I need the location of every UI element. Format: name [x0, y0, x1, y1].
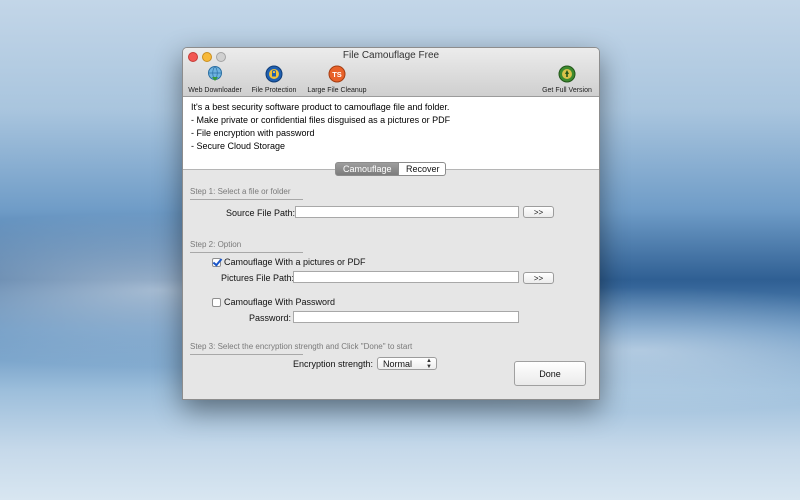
- tab-bar: Camouflage Recover: [335, 162, 446, 176]
- description-line: It's a best security software product to…: [191, 102, 450, 112]
- step2-title: Step 2: Option: [190, 240, 242, 249]
- tab-camouflage[interactable]: Camouflage: [335, 162, 399, 176]
- encryption-strength-label: Encryption strength:: [293, 359, 374, 369]
- title-bar: File Camouflage Free Web Downloader File…: [183, 48, 599, 97]
- source-file-path-input[interactable]: [295, 206, 519, 218]
- source-file-path-label: Source File Path:: [226, 208, 296, 218]
- step2-underline: [190, 252, 303, 253]
- step1-underline: [190, 199, 303, 200]
- step3-underline: [190, 354, 303, 355]
- window-title: File Camouflage Free: [342, 50, 440, 61]
- pictures-checkbox[interactable]: [212, 258, 221, 267]
- done-button[interactable]: Done: [514, 361, 586, 386]
- shield-lock-icon: [265, 65, 283, 83]
- password-input[interactable]: [293, 311, 519, 323]
- step3-title: Step 3: Select the encryption strength a…: [190, 342, 413, 351]
- step1-title: Step 1: Select a file or folder: [190, 187, 291, 196]
- toolbar-label: File Protection: [251, 87, 297, 94]
- password-label: Password:: [249, 313, 292, 323]
- toolbar-large-file-cleanup[interactable]: TS Large File Cleanup: [307, 65, 367, 94]
- password-checkbox[interactable]: [212, 298, 221, 307]
- toolbar-file-protection[interactable]: File Protection: [249, 65, 299, 94]
- stepper-arrows-icon: ▲ ▼: [426, 358, 432, 370]
- globe-download-icon: [208, 66, 222, 81]
- tab-recover[interactable]: Recover: [399, 162, 446, 176]
- pictures-browse-button[interactable]: >>: [523, 272, 554, 284]
- upgrade-icon: [558, 65, 576, 83]
- description-line: - File encryption with password: [191, 128, 315, 138]
- description-panel: It's a best security software product to…: [183, 97, 599, 170]
- encryption-strength-select[interactable]: Normal ▲ ▼: [377, 357, 437, 370]
- toolbar-label: Large File Cleanup: [307, 87, 367, 94]
- pictures-file-path-input[interactable]: [293, 271, 519, 283]
- source-browse-button[interactable]: >>: [523, 206, 554, 218]
- pictures-file-path-label: Pictures File Path:: [221, 273, 295, 283]
- description-line: - Make private or confidential files dis…: [191, 115, 451, 125]
- cleanup-icon-text: TS: [332, 70, 342, 79]
- toolbar-get-full-version[interactable]: Get Full Version: [539, 65, 595, 94]
- encryption-strength-value: Normal: [383, 359, 413, 369]
- password-checkbox-label: Camouflage With Password: [224, 297, 336, 307]
- toolbar-label: Web Downloader: [188, 87, 242, 94]
- app-window: File Camouflage Free Web Downloader File…: [182, 47, 600, 400]
- pictures-checkbox-label: Camouflage With a pictures or PDF: [224, 257, 366, 267]
- toolbar-web-downloader[interactable]: Web Downloader: [187, 65, 243, 94]
- toolbar-label: Get Full Version: [542, 87, 592, 94]
- description-line: - Secure Cloud Storage: [191, 141, 286, 151]
- cleanup-icon: TS: [328, 65, 346, 83]
